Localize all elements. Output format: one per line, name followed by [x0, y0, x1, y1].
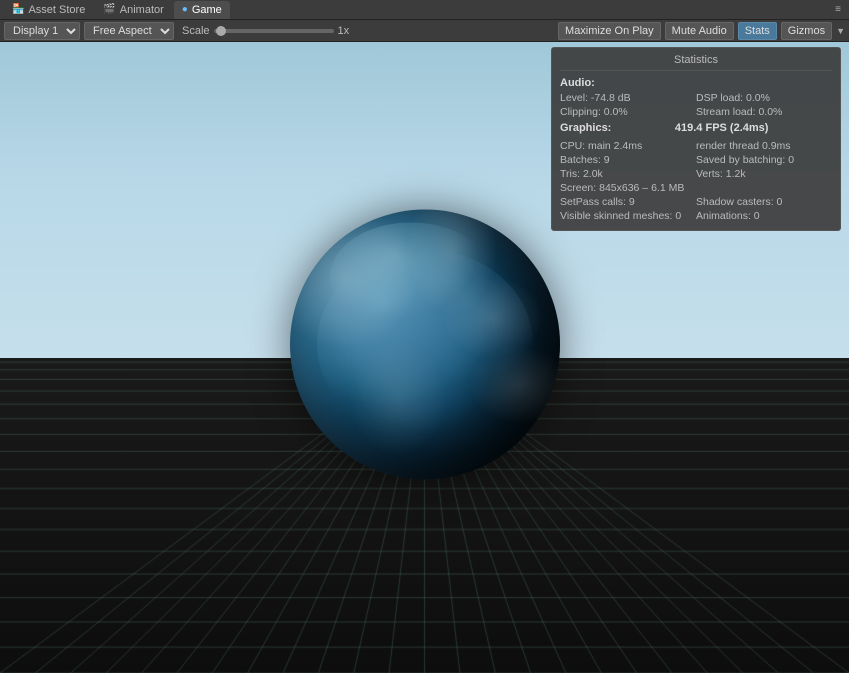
- tab-bar: 🏪 Asset Store 🎬 Animator ● Game ≡: [0, 0, 849, 20]
- audio-level-row: Level: -74.8 dB DSP load: 0.0%: [560, 92, 832, 104]
- maximize-button[interactable]: Maximize On Play: [558, 22, 661, 40]
- audio-clipping-row: Clipping: 0.0% Stream load: 0.0%: [560, 106, 832, 118]
- toolbar: Display 1 Free Aspect Scale 1x Maximize …: [0, 20, 849, 42]
- visible-label: Visible skinned meshes: 0: [560, 210, 696, 222]
- tris-label: Tris: 2.0k: [560, 168, 696, 180]
- game-icon: ●: [182, 4, 188, 15]
- scale-label: Scale: [182, 25, 210, 37]
- stats-panel: Statistics Audio: Level: -74.8 dB DSP lo…: [551, 47, 841, 231]
- audio-header: Audio:: [560, 77, 832, 89]
- scale-slider-container: 1x: [214, 25, 350, 37]
- dsp-label: DSP load: 0.0%: [696, 92, 832, 104]
- gizmos-button[interactable]: Gizmos: [781, 22, 832, 40]
- scale-slider[interactable]: [214, 29, 334, 33]
- shadow-label: Shadow casters: 0: [696, 196, 832, 208]
- stream-label: Stream load: 0.0%: [696, 106, 832, 118]
- graphics-header: Graphics:: [560, 122, 611, 134]
- store-icon: 🏪: [12, 4, 24, 15]
- animations-label: Animations: 0: [696, 210, 832, 222]
- stats-title: Statistics: [560, 54, 832, 71]
- tab-animator-label: Animator: [120, 4, 164, 16]
- planet: [290, 209, 560, 479]
- tris-row: Tris: 2.0k Verts: 1.2k: [560, 168, 832, 180]
- mute-button[interactable]: Mute Audio: [665, 22, 734, 40]
- batches-label: Batches: 9: [560, 154, 696, 166]
- batches-row: Batches: 9 Saved by batching: 0: [560, 154, 832, 166]
- tab-asset-store[interactable]: 🏪 Asset Store: [4, 1, 93, 19]
- screen-label: Screen: 845x636 – 6.1 MB: [560, 182, 684, 194]
- aspect-select[interactable]: Free Aspect: [84, 22, 174, 40]
- scale-value: 1x: [338, 25, 350, 37]
- tab-animator[interactable]: 🎬 Animator: [95, 1, 171, 19]
- visible-row: Visible skinned meshes: 0 Animations: 0: [560, 210, 832, 222]
- fps-label: 419.4 FPS (2.4ms): [675, 122, 769, 134]
- planet-clouds: [290, 209, 560, 479]
- screen-row: Screen: 845x636 – 6.1 MB: [560, 182, 832, 194]
- tab-game[interactable]: ● Game: [174, 1, 230, 19]
- gizmos-chevron[interactable]: ▼: [836, 26, 845, 36]
- setpass-row: SetPass calls: 9 Shadow casters: 0: [560, 196, 832, 208]
- tab-game-label: Game: [192, 4, 222, 16]
- tab-asset-store-label: Asset Store: [28, 4, 85, 16]
- scale-slider-thumb: [216, 26, 226, 36]
- level-label: Level: -74.8 dB: [560, 92, 696, 104]
- animator-icon: 🎬: [103, 4, 115, 15]
- verts-label: Verts: 1.2k: [696, 168, 832, 180]
- cpu-label: CPU: main 2.4ms: [560, 140, 696, 152]
- tab-menu-button[interactable]: ≡: [831, 4, 845, 15]
- setpass-label: SetPass calls: 9: [560, 196, 696, 208]
- graphics-header-row: Graphics: 419.4 FPS (2.4ms): [560, 122, 832, 137]
- render-label: render thread 0.9ms: [696, 140, 832, 152]
- stats-button[interactable]: Stats: [738, 22, 777, 40]
- clipping-label: Clipping: 0.0%: [560, 106, 696, 118]
- display-select[interactable]: Display 1: [4, 22, 80, 40]
- viewport: Statistics Audio: Level: -74.8 dB DSP lo…: [0, 42, 849, 673]
- saved-label: Saved by batching: 0: [696, 154, 832, 166]
- cpu-row: CPU: main 2.4ms render thread 0.9ms: [560, 140, 832, 152]
